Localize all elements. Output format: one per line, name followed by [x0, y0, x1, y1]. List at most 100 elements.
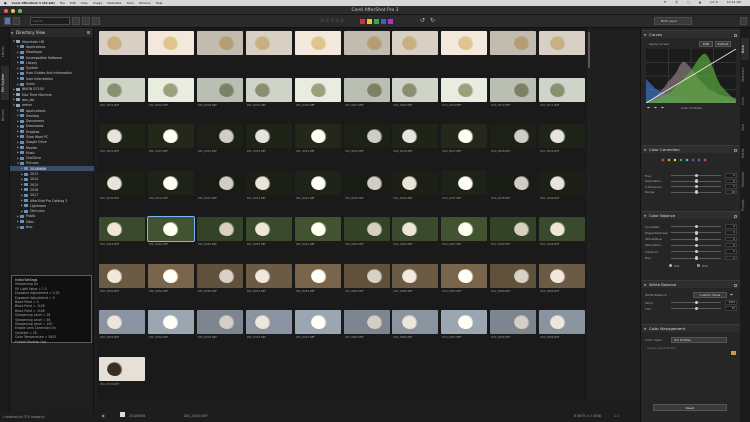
thumbnail[interactable]: DSC_8306.NEF	[391, 309, 439, 342]
volume-icon[interactable]: ▲	[699, 0, 701, 4]
wb-slider[interactable]	[671, 300, 721, 305]
thumbnail[interactable]: DSC_8221.NEF	[147, 123, 195, 156]
tab-standard[interactable]: Standard	[741, 64, 749, 86]
curves-enable-checkbox[interactable]	[734, 33, 737, 37]
folder-icon[interactable]	[731, 351, 736, 355]
cb-value-field[interactable]: 0	[725, 224, 737, 229]
menu-app-name[interactable]: Corel AfterShot 3 (64-bit)	[12, 1, 55, 5]
slider-knob[interactable]	[695, 190, 699, 194]
tab-tone[interactable]: Tone	[741, 116, 749, 138]
thumbnail[interactable]: DSC_8320.NEF	[98, 356, 146, 389]
menu-help[interactable]: Help	[156, 1, 163, 5]
thumbnail[interactable]: DSC_8206.NEF	[294, 77, 342, 110]
wb-value-field[interactable]: 15	[725, 306, 737, 311]
color-correction-section-header[interactable]: ▼ Color Correction	[642, 145, 740, 153]
menu-image[interactable]: Image	[93, 1, 102, 5]
thumbnail[interactable]: DSC_8241.NEF	[147, 170, 195, 203]
color-label-swatch[interactable]	[360, 19, 365, 24]
thumbnail[interactable]	[391, 30, 439, 63]
sync-icon[interactable]: ⦿	[675, 0, 678, 4]
color-balance-enable-checkbox[interactable]	[734, 214, 737, 218]
panel-toggle-button[interactable]	[740, 17, 747, 25]
thumbnail[interactable]: DSC_8203.NEF	[147, 77, 195, 110]
cc-slider[interactable]	[671, 173, 721, 178]
thumbnail[interactable]: DSC_8304.NEF	[294, 309, 342, 342]
thumbnail[interactable]: DSC_8246.NEF	[391, 170, 439, 203]
hsv-radio[interactable]	[697, 264, 700, 267]
cc-value-field[interactable]: 20	[725, 189, 737, 194]
slider-knob[interactable]	[695, 306, 699, 311]
thumbnail[interactable]	[538, 30, 586, 63]
color-correction-enable-checkbox[interactable]	[734, 148, 737, 152]
color-swatch[interactable]	[661, 158, 665, 162]
thumbnail[interactable]: DSC_8209.NEF	[440, 77, 488, 110]
cc-value-field[interactable]: 0	[725, 173, 737, 178]
color-swatch[interactable]	[673, 158, 677, 162]
thumbnail[interactable]: DSC_8204.NEF	[196, 77, 244, 110]
curves-preset-select[interactable]: Default	[715, 41, 731, 47]
white-balance-section-header[interactable]: ▼ White Balance	[642, 280, 740, 288]
thumbnail[interactable]	[196, 30, 244, 63]
tab-file-system[interactable]: File System	[1, 66, 9, 100]
thumbnail[interactable]: DSC_8280.NEF	[98, 263, 146, 296]
tree-item[interactable]: ▶ tmp	[10, 224, 94, 229]
thumbnail[interactable]: DSC_8225.NEF	[343, 123, 391, 156]
cb-value-field[interactable]: 0	[725, 242, 737, 248]
cc-value-field[interactable]: 0	[725, 178, 737, 183]
cb-value-field[interactable]: 0	[725, 255, 737, 260]
eyedropper-white-icon[interactable]: ✒	[661, 105, 664, 110]
thumbnail[interactable]: DSC_8265.NEF	[343, 216, 391, 249]
color-swatch[interactable]	[685, 158, 689, 162]
cc-slider[interactable]	[671, 190, 721, 194]
cc-slider[interactable]	[671, 184, 721, 189]
thumbnail[interactable]: DSC_8207.NEF	[343, 77, 391, 110]
thumbnail[interactable]: DSC_8227.NEF	[440, 123, 488, 156]
thumbnail[interactable]: DSC_8308.NEF	[489, 309, 537, 342]
color-label-swatch[interactable]	[388, 19, 393, 24]
cc-slider[interactable]	[671, 179, 721, 183]
slider-knob[interactable]	[695, 179, 699, 183]
thumbnail[interactable]: DSC_8309.NEF	[538, 309, 586, 342]
curves-channel-select[interactable]: RGB	[699, 41, 713, 47]
cb-value-field[interactable]: 0	[725, 236, 737, 242]
thumbnail[interactable]	[440, 30, 488, 63]
thumbnail[interactable]: DSC_8307.NEF	[440, 309, 488, 342]
thumbnail[interactable]: DSC_8303.NEF	[245, 309, 293, 342]
thumbnail[interactable]: DSC_8205.NEF	[245, 77, 293, 110]
color-swatch[interactable]	[667, 158, 671, 162]
color-swatch[interactable]	[697, 158, 701, 162]
reset-button[interactable]: Reset	[653, 404, 727, 411]
color-input-select[interactable]: ICC Profiles	[671, 337, 727, 343]
cb-slider[interactable]	[671, 256, 721, 260]
thumbnail[interactable]: DSC_8289.NEF	[538, 263, 586, 296]
slider-knob[interactable]	[695, 237, 699, 241]
menu-tools[interactable]: Tools	[126, 1, 133, 5]
dropbox-icon[interactable]: ✷	[664, 0, 667, 4]
thumbnail[interactable]: DSC_8220.NEF	[98, 123, 146, 156]
thumbnail[interactable]: DSC_8211.NEF	[538, 77, 586, 110]
color-swatch[interactable]	[679, 158, 683, 162]
thumbnail[interactable]: DSC_8223.NEF	[245, 123, 293, 156]
layer-select[interactable]: Both Layer	[654, 17, 692, 25]
thumbnail[interactable]: DSC_8229.NEF	[538, 123, 586, 156]
thumbnail[interactable]: DSC_8266.NEF	[391, 216, 439, 249]
thumbnail[interactable]	[245, 30, 293, 63]
thumbnail[interactable]: DSC_8243.NEF	[245, 170, 293, 203]
thumbnail[interactable]: DSC_8282.NEF	[196, 263, 244, 296]
menu-window[interactable]: Window	[139, 1, 151, 5]
rotate-right-icon[interactable]: ↻	[430, 17, 435, 24]
hsl-radio[interactable]	[669, 264, 672, 267]
cb-slider[interactable]	[671, 243, 721, 248]
white-balance-enable-checkbox[interactable]	[734, 283, 737, 287]
search-input[interactable]: Search	[30, 17, 70, 25]
color-label-swatch[interactable]	[374, 19, 379, 24]
thumbnail[interactable]: DSC_8264.NEF	[294, 216, 342, 249]
compare-button[interactable]	[82, 17, 90, 25]
color-swatch[interactable]	[703, 158, 707, 162]
thumbnail[interactable]: DSC_8248.NEF	[489, 170, 537, 203]
rotate-left-icon[interactable]: ↺	[420, 17, 425, 24]
thumbnail[interactable]: DSC_8301.NEF	[147, 309, 195, 342]
thumbnail[interactable]: DSC_8305.NEF	[343, 309, 391, 342]
thumbnail[interactable]: DSC_8300.NEF	[98, 309, 146, 342]
thumbnail[interactable]: DSC_8249.NEF	[538, 170, 586, 203]
